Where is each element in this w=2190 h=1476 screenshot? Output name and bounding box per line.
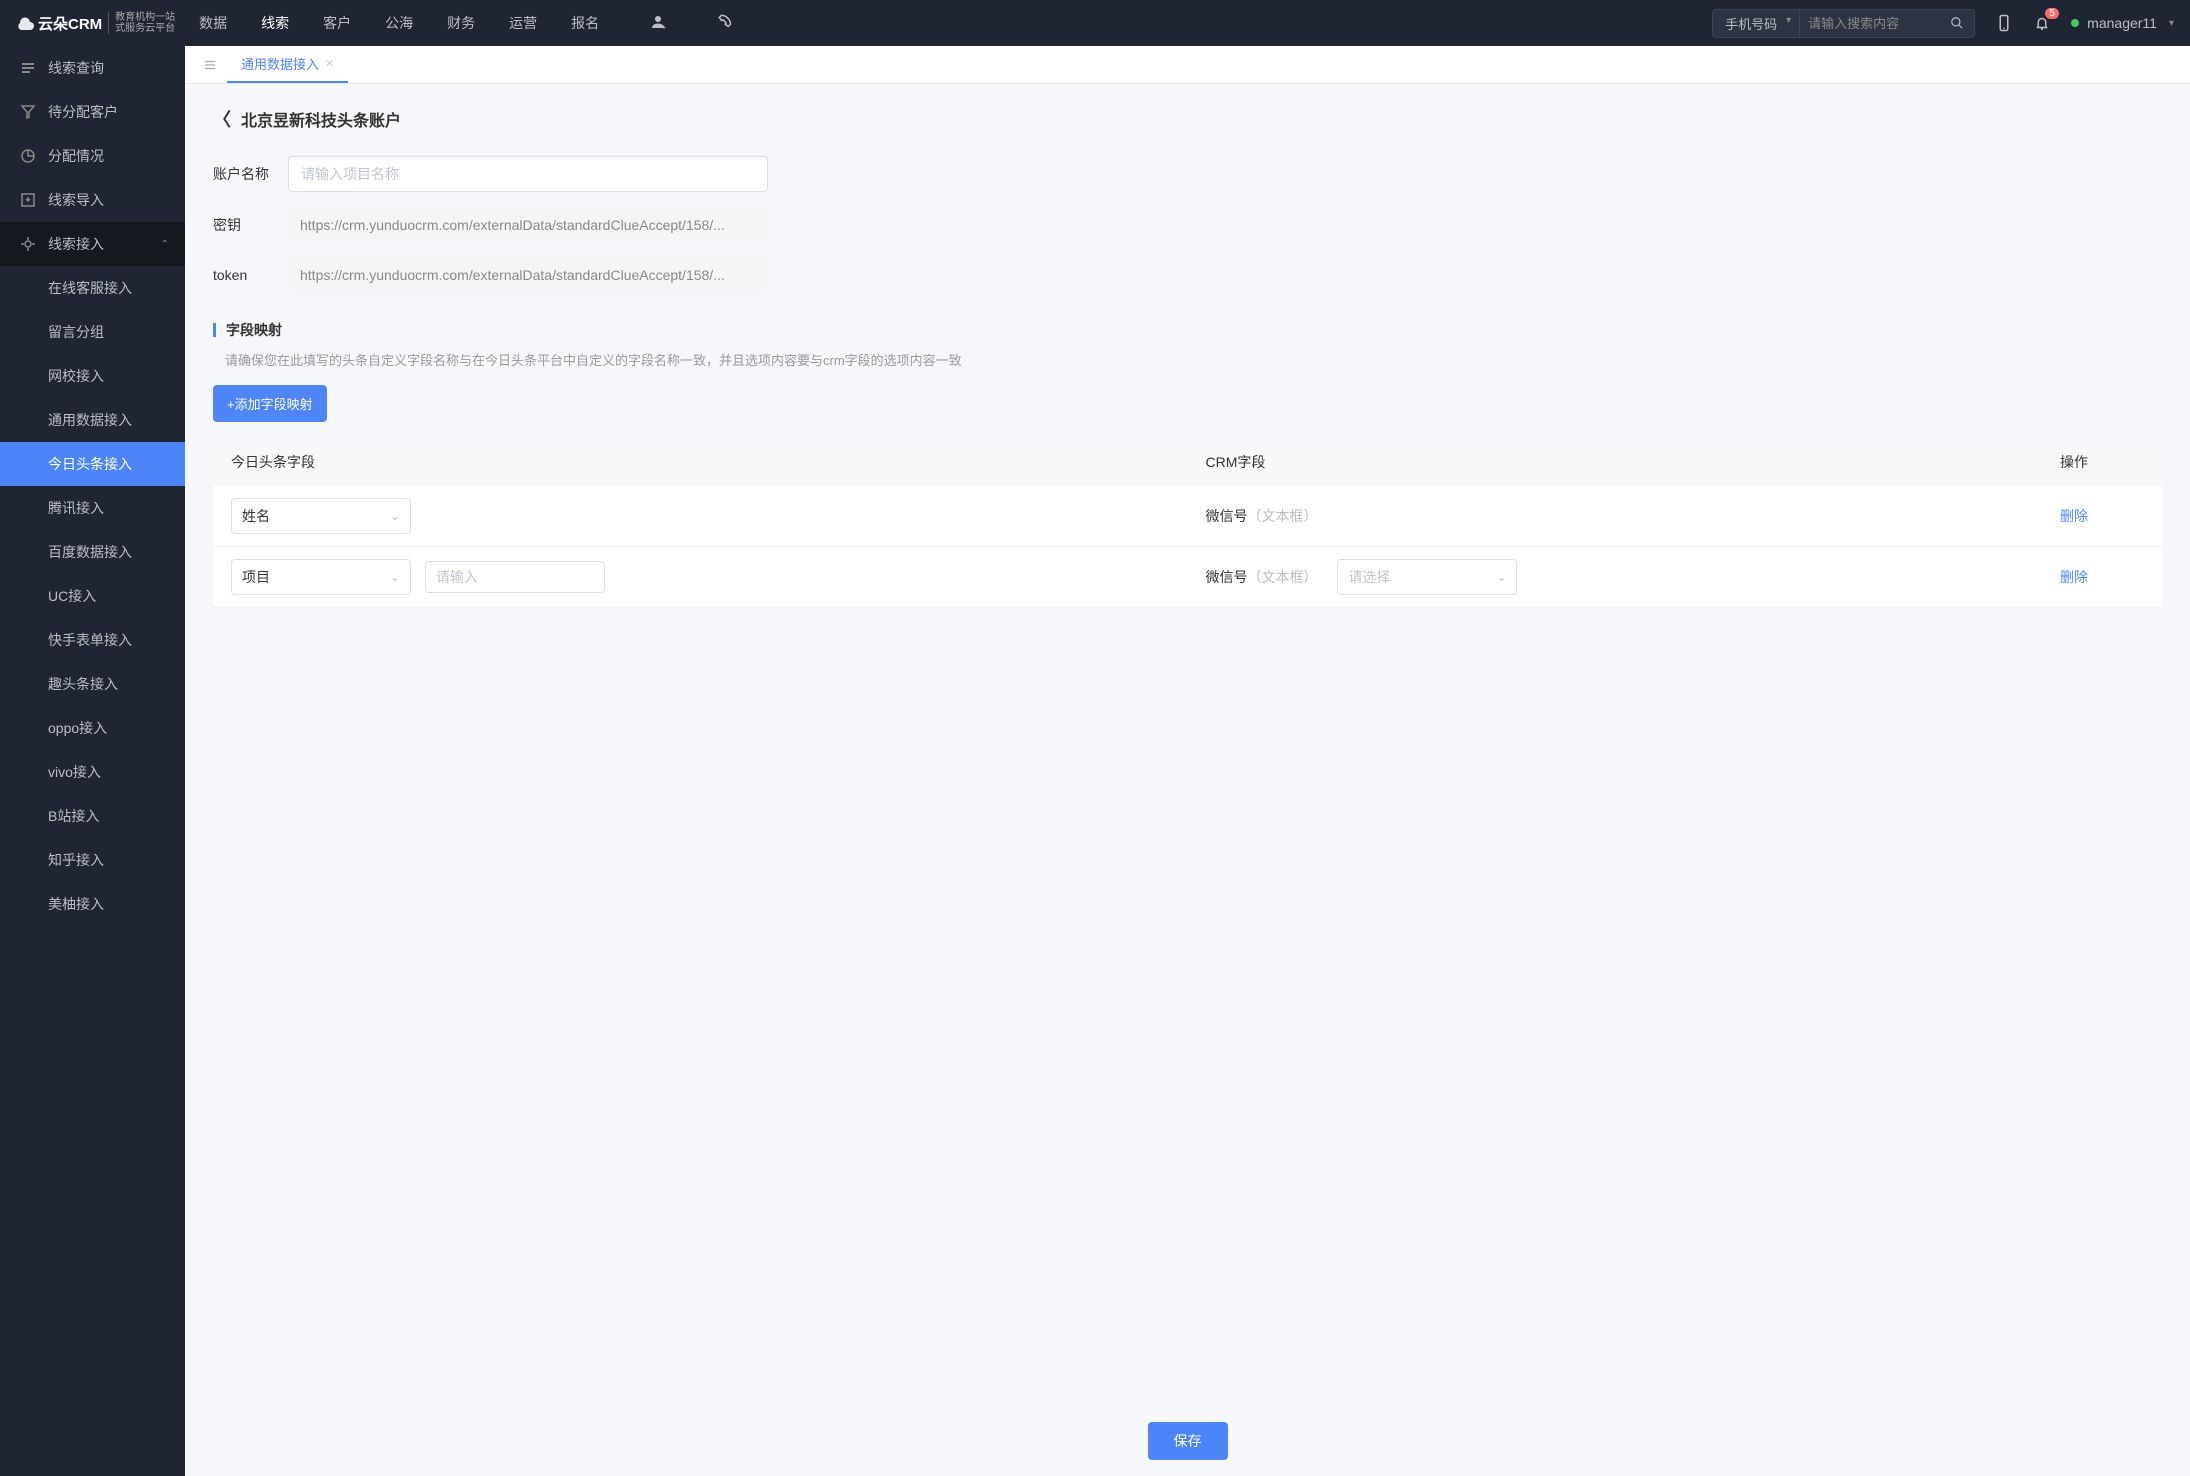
tabs-bar: 通用数据接入 ✕ [185, 46, 2190, 84]
phone-icon[interactable] [717, 13, 735, 31]
search-icon [1950, 16, 1964, 30]
sidebar-sub-message-group[interactable]: 留言分组 [0, 310, 185, 354]
sidebar-sub-school[interactable]: 网校接入 [0, 354, 185, 398]
pie-icon [20, 148, 36, 164]
sidebar-sub-tencent[interactable]: 腾讯接入 [0, 486, 185, 530]
account-name-input[interactable] [288, 156, 768, 192]
token-value: https://crm.yunduocrm.com/externalData/s… [288, 258, 768, 292]
crm-field-type: （文本框） [1248, 508, 1318, 524]
online-dot-icon [2071, 19, 2079, 27]
sidebar-sub-qutoutiao[interactable]: 趣头条接入 [0, 662, 185, 706]
mapping-table: 今日头条字段 CRM字段 操作 姓名 微信号（文本框） 删除 [213, 438, 2162, 608]
person-icon[interactable]: + [649, 13, 667, 31]
mapping-title: 字段映射 [213, 320, 2162, 340]
tab-generic-data[interactable]: 通用数据接入 ✕ [227, 46, 348, 83]
sidebar-item-access[interactable]: 线索接入 [0, 222, 185, 266]
page-title: 北京昱新科技头条账户 [241, 107, 401, 131]
footer: 保存 [185, 1406, 2190, 1476]
list-icon [20, 60, 36, 76]
user-menu[interactable]: manager11 [2071, 15, 2174, 31]
mapping-hint: 请确保您在此填写的头条自定义字段名称与在今日头条平台中自定义的字段名称一致，并且… [213, 350, 2162, 369]
col-toutiao: 今日头条字段 [213, 438, 1188, 486]
sidebar-sub-bilibili[interactable]: B站接入 [0, 794, 185, 838]
sidebar-sub-oppo[interactable]: oppo接入 [0, 706, 185, 750]
search-input[interactable] [1800, 12, 1940, 35]
notify-wrap[interactable]: 5 [2033, 14, 2051, 32]
content: 〈 北京昱新科技头条账户 账户名称 密钥 https://crm.yunduoc… [185, 84, 2190, 1406]
menu-icon [203, 58, 217, 72]
search-wrap: 手机号码 [1712, 9, 1975, 38]
crm-field-type: （文本框） [1248, 569, 1318, 585]
notify-badge: 5 [2045, 8, 2059, 19]
add-mapping-button[interactable]: +添加字段映射 [213, 385, 327, 422]
sidebar-sub-toutiao[interactable]: 今日头条接入 [0, 442, 185, 486]
search-type-select[interactable]: 手机号码 [1713, 10, 1800, 37]
sidebar-sub-online-service[interactable]: 在线客服接入 [0, 266, 185, 310]
sidebar-item-clue-query[interactable]: 线索查询 [0, 46, 185, 90]
save-button[interactable]: 保存 [1148, 1422, 1228, 1460]
crm-field-select[interactable]: 请选择 [1337, 559, 1517, 595]
toutiao-field-input[interactable] [425, 561, 605, 593]
funnel-icon [20, 104, 36, 120]
sidebar-sub-zhihu[interactable]: 知乎接入 [0, 838, 185, 882]
toutiao-field-select[interactable]: 项目 [231, 559, 411, 595]
nav-data[interactable]: 数据 [199, 13, 227, 33]
sidebar-sub-uc[interactable]: UC接入 [0, 574, 185, 618]
plug-icon [20, 236, 36, 252]
search-button[interactable] [1940, 12, 1974, 34]
tab-close-icon[interactable]: ✕ [325, 57, 334, 70]
toutiao-field-select[interactable]: 姓名 [231, 498, 411, 534]
crm-field-name: 微信号 [1206, 508, 1248, 524]
import-icon [20, 192, 36, 208]
sidebar-sub-vivo[interactable]: vivo接入 [0, 750, 185, 794]
user-name: manager11 [2087, 15, 2157, 31]
sidebar-sub-meiyou[interactable]: 美柚接入 [0, 882, 185, 926]
logo-sub: 教育机构一站 式服务云平台 [108, 12, 175, 34]
nav-customer[interactable]: 客户 [323, 13, 351, 33]
nav-pool[interactable]: 公海 [385, 13, 413, 33]
crm-field-name: 微信号 [1206, 569, 1248, 585]
top-nav: 数据 线索 客户 公海 财务 运营 报名 + [199, 13, 735, 33]
sidebar-item-unassigned[interactable]: 待分配客户 [0, 90, 185, 134]
back-button[interactable]: 〈 [213, 106, 231, 132]
col-op: 操作 [2042, 438, 2162, 486]
table-row: 项目 微信号（文本框） 请选择 删除 [213, 547, 2162, 608]
delete-row-button[interactable]: 删除 [2060, 569, 2088, 585]
mobile-icon[interactable] [1995, 14, 2013, 32]
svg-text:+: + [662, 23, 667, 32]
delete-row-button[interactable]: 删除 [2060, 508, 2088, 524]
logo-brand: 云朵CRM [38, 13, 102, 34]
sidebar-sub-generic-data[interactable]: 通用数据接入 [0, 398, 185, 442]
secret-label: 密钥 [213, 215, 288, 235]
account-name-label: 账户名称 [213, 164, 288, 184]
token-label: token [213, 267, 288, 283]
sidebar-sub-kuaishou[interactable]: 快手表单接入 [0, 618, 185, 662]
top-header: 云朵CRM 教育机构一站 式服务云平台 数据 线索 客户 公海 财务 运营 报名… [0, 0, 2190, 46]
col-crm: CRM字段 [1188, 438, 2043, 486]
nav-clue[interactable]: 线索 [261, 13, 289, 33]
sidebar-item-import[interactable]: 线索导入 [0, 178, 185, 222]
nav-signup[interactable]: 报名 [571, 13, 599, 33]
sidebar-sub-baidu[interactable]: 百度数据接入 [0, 530, 185, 574]
sidebar-item-assignment[interactable]: 分配情况 [0, 134, 185, 178]
secret-value: https://crm.yunduocrm.com/externalData/s… [288, 208, 768, 242]
nav-finance[interactable]: 财务 [447, 13, 475, 33]
table-row: 姓名 微信号（文本框） 删除 [213, 486, 2162, 547]
logo: 云朵CRM 教育机构一站 式服务云平台 [16, 12, 175, 34]
main: 通用数据接入 ✕ 〈 北京昱新科技头条账户 账户名称 密钥 https://cr… [185, 0, 2190, 1476]
nav-ops[interactable]: 运营 [509, 13, 537, 33]
cloud-icon [16, 16, 34, 30]
sidebar: 线索查询 待分配客户 分配情况 线索导入 线索接入 在线客服接入 留言分组 网校… [0, 46, 185, 1476]
tabs-toggle-button[interactable] [193, 52, 227, 78]
